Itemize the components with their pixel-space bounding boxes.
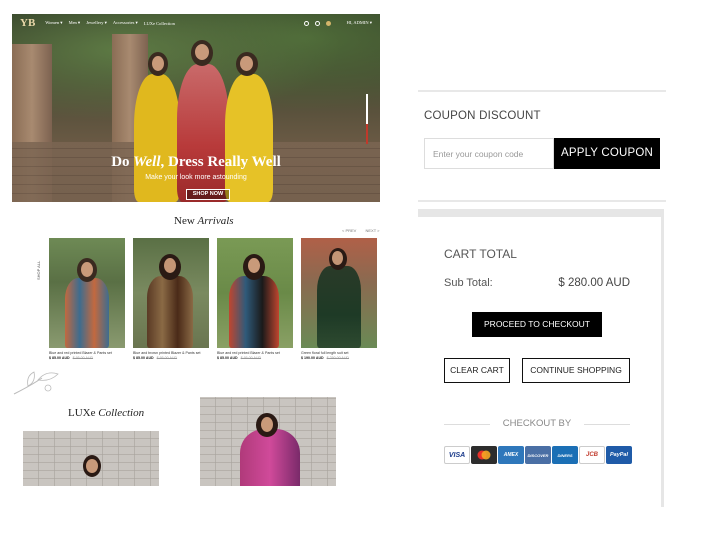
jcb-icon: JCB xyxy=(579,446,605,464)
product-card[interactable]: Blue and brown printed Blazer & Pants se… xyxy=(133,238,209,360)
nav-item-jewellery[interactable]: Jewellery ▾ xyxy=(86,20,107,26)
model-face xyxy=(195,44,209,60)
search-icon[interactable] xyxy=(303,20,309,26)
product-price: $ 85.00 AUD $ 95.00 AUD xyxy=(49,356,125,360)
hero-title-italic: Well xyxy=(133,154,161,170)
new-arrivals-title: New Arrivals xyxy=(174,215,234,227)
product-card[interactable]: Blue and red printed Blazer & Pants set … xyxy=(49,238,125,360)
apply-coupon-button[interactable]: APPLY COUPON xyxy=(554,138,660,169)
product-price-old: $ 250.00 AUD xyxy=(326,356,350,360)
luxe-image[interactable] xyxy=(200,397,336,486)
hero-scroll-indicator[interactable] xyxy=(366,94,368,144)
model-figure xyxy=(225,74,273,202)
nav-icons: HI, ADMIN ▾ xyxy=(303,20,372,26)
luxe-title-italic: Collection xyxy=(98,407,145,419)
product-name[interactable]: Green floral full length suit set xyxy=(301,351,377,355)
product-name[interactable]: Blue and brown printed Blazer & Pants se… xyxy=(133,351,209,355)
product-price: $ 85.00 AUD $ 95.00 AUD xyxy=(133,356,209,360)
product-image[interactable] xyxy=(133,238,209,348)
luxe-collection-title: LUXe Collection xyxy=(68,407,144,419)
product-price-current: $ 85.00 AUD xyxy=(133,356,154,360)
continue-shopping-button[interactable]: CONTINUE SHOPPING xyxy=(522,358,630,383)
carousel-controls: < PREV NEXT > xyxy=(334,228,380,233)
product-image[interactable] xyxy=(49,238,125,348)
prev-button[interactable]: < PREV xyxy=(342,228,356,233)
product-price-old: $ 95.00 AUD xyxy=(72,356,94,360)
product-name[interactable]: Blue and red printed Blazer & Pants set xyxy=(49,351,125,355)
next-button[interactable]: NEXT > xyxy=(365,228,379,233)
nav-item-accessories[interactable]: Accessories ▾ xyxy=(113,20,138,26)
hero-title: Do Well, Dress Really Well xyxy=(12,154,380,171)
product-price-old: $ 95.00 AUD xyxy=(156,356,178,360)
product-price-old: $ 95.00 AUD xyxy=(240,356,262,360)
model-figure xyxy=(177,64,229,202)
product-image[interactable] xyxy=(301,238,377,348)
product-name[interactable]: Blue and red printed Blazer & Pants set xyxy=(217,351,293,355)
cart-icon[interactable] xyxy=(325,20,331,26)
luxe-title-plain: LUXe xyxy=(68,407,99,419)
payment-methods: VISA AMEX DISCOVER DINERS JCB PayPal xyxy=(444,446,632,464)
product-image[interactable] xyxy=(217,238,293,348)
divider xyxy=(418,200,666,202)
coupon-input[interactable] xyxy=(424,138,554,169)
product-card[interactable]: Green floral full length suit set $ 190.… xyxy=(301,238,377,360)
hero-banner: YB Women ▾ Men ▾ Jewellery ▾ Accessories… xyxy=(12,14,380,202)
clear-cart-button[interactable]: CLEAR CART xyxy=(444,358,510,383)
product-price-current: $ 85.00 AUD xyxy=(49,356,70,360)
divider xyxy=(418,90,666,92)
cart-total-title: CART TOTAL xyxy=(444,247,517,261)
wishlist-icon[interactable] xyxy=(314,20,320,26)
luxe-image[interactable] xyxy=(23,431,159,486)
shop-all-link[interactable]: SHOP ALL xyxy=(36,261,41,280)
paypal-icon: PayPal xyxy=(606,446,632,464)
hero-title-suffix: , Dress Really Well xyxy=(160,154,281,170)
visa-icon: VISA xyxy=(444,446,470,464)
nav-item-women[interactable]: Women ▾ xyxy=(45,20,62,26)
checkout-by-label: CHECKOUT BY xyxy=(444,418,630,429)
nav-item-luxe[interactable]: LUXe Collection xyxy=(144,21,175,26)
subtotal-value: $ 280.00 AUD xyxy=(558,277,630,289)
floral-decoration-icon xyxy=(13,371,59,395)
shop-now-button[interactable]: SHOP NOW xyxy=(186,189,230,200)
amex-icon: AMEX xyxy=(498,446,524,464)
subtotal-label: Sub Total: xyxy=(444,277,493,289)
section-title-italic: Arrivals xyxy=(197,215,234,227)
product-card[interactable]: Blue and red printed Blazer & Pants set … xyxy=(217,238,293,360)
product-price-current: $ 190.00 AUD xyxy=(301,356,324,360)
top-nav: YB Women ▾ Men ▾ Jewellery ▾ Accessories… xyxy=(12,14,380,32)
model-figure xyxy=(134,74,180,202)
diners-icon: DINERS xyxy=(552,446,578,464)
hero-title-prefix: Do xyxy=(111,154,134,170)
product-price: $ 85.00 AUD $ 95.00 AUD xyxy=(217,356,293,360)
coupon-title: COUPON DISCOUNT xyxy=(424,110,541,122)
section-title-plain: New xyxy=(174,215,198,227)
product-price: $ 190.00 AUD $ 250.00 AUD xyxy=(301,356,377,360)
discover-icon: DISCOVER xyxy=(525,446,551,464)
nav-item-men[interactable]: Men ▾ xyxy=(69,20,81,26)
model-face xyxy=(240,56,253,71)
hero-subtitle: Make your look more astounding xyxy=(145,174,247,181)
account-menu[interactable]: HI, ADMIN ▾ xyxy=(347,20,372,26)
brand-logo[interactable]: YB xyxy=(20,17,35,29)
proceed-to-checkout-button[interactable]: PROCEED TO CHECKOUT xyxy=(472,312,602,337)
product-price-current: $ 85.00 AUD xyxy=(217,356,238,360)
mastercard-icon xyxy=(471,446,497,464)
model-face xyxy=(152,56,164,71)
